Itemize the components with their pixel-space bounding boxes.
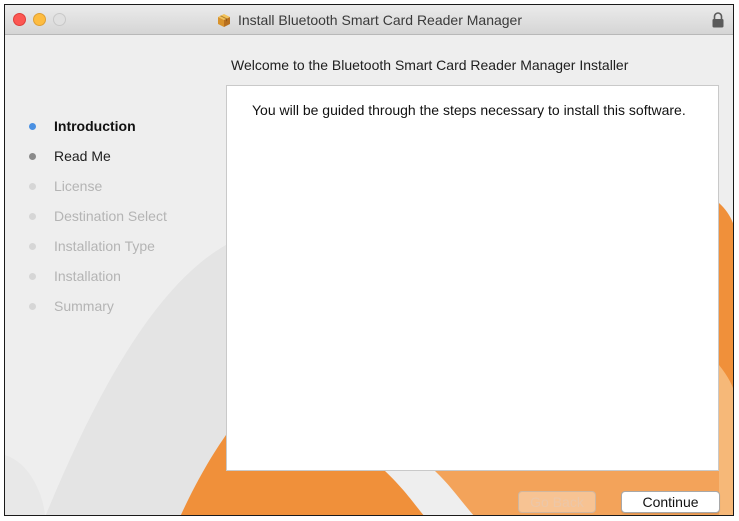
step-destination-select: Destination Select xyxy=(29,201,167,231)
continue-button[interactable]: Continue xyxy=(621,491,720,513)
step-license: License xyxy=(29,171,167,201)
content-panel: You will be guided through the steps nec… xyxy=(226,85,719,471)
installer-steps-list: Introduction Read Me License Destination… xyxy=(29,111,167,321)
lock-icon[interactable] xyxy=(711,11,725,29)
step-installation-type: Installation Type xyxy=(29,231,167,261)
title-bar[interactable]: Install Bluetooth Smart Card Reader Mana… xyxy=(5,5,733,35)
step-pending-dot-icon xyxy=(29,272,36,280)
step-summary: Summary xyxy=(29,291,167,321)
step-read-me: Read Me xyxy=(29,141,167,171)
package-icon xyxy=(217,14,230,27)
window-title: Install Bluetooth Smart Card Reader Mana… xyxy=(237,12,523,28)
welcome-text: You will be guided through the steps nec… xyxy=(252,102,686,118)
installer-window: Install Bluetooth Smart Card Reader Mana… xyxy=(4,4,734,516)
installer-content: Welcome to the Bluetooth Smart Card Read… xyxy=(5,35,733,515)
step-current-dot-icon xyxy=(29,122,36,130)
step-introduction: Introduction xyxy=(29,111,167,141)
step-label: Summary xyxy=(54,298,114,314)
step-label: Destination Select xyxy=(54,208,167,224)
window-title-group: Install Bluetooth Smart Card Reader Mana… xyxy=(5,5,733,35)
go-back-button[interactable]: Go Back xyxy=(518,491,596,513)
step-label: Read Me xyxy=(54,148,111,164)
step-label: License xyxy=(54,178,103,194)
step-label: Installation xyxy=(54,268,121,284)
step-pending-dot-icon xyxy=(29,302,36,310)
step-label: Installation Type xyxy=(54,238,155,254)
step-installation: Installation xyxy=(29,261,167,291)
step-pending-dot-icon xyxy=(29,182,36,190)
step-pending-dot-icon xyxy=(29,242,36,250)
installer-heading: Welcome to the Bluetooth Smart Card Read… xyxy=(231,57,629,73)
step-label: Introduction xyxy=(54,118,136,134)
step-pending-dot-icon xyxy=(29,212,36,220)
step-done-dot-icon xyxy=(29,152,36,160)
